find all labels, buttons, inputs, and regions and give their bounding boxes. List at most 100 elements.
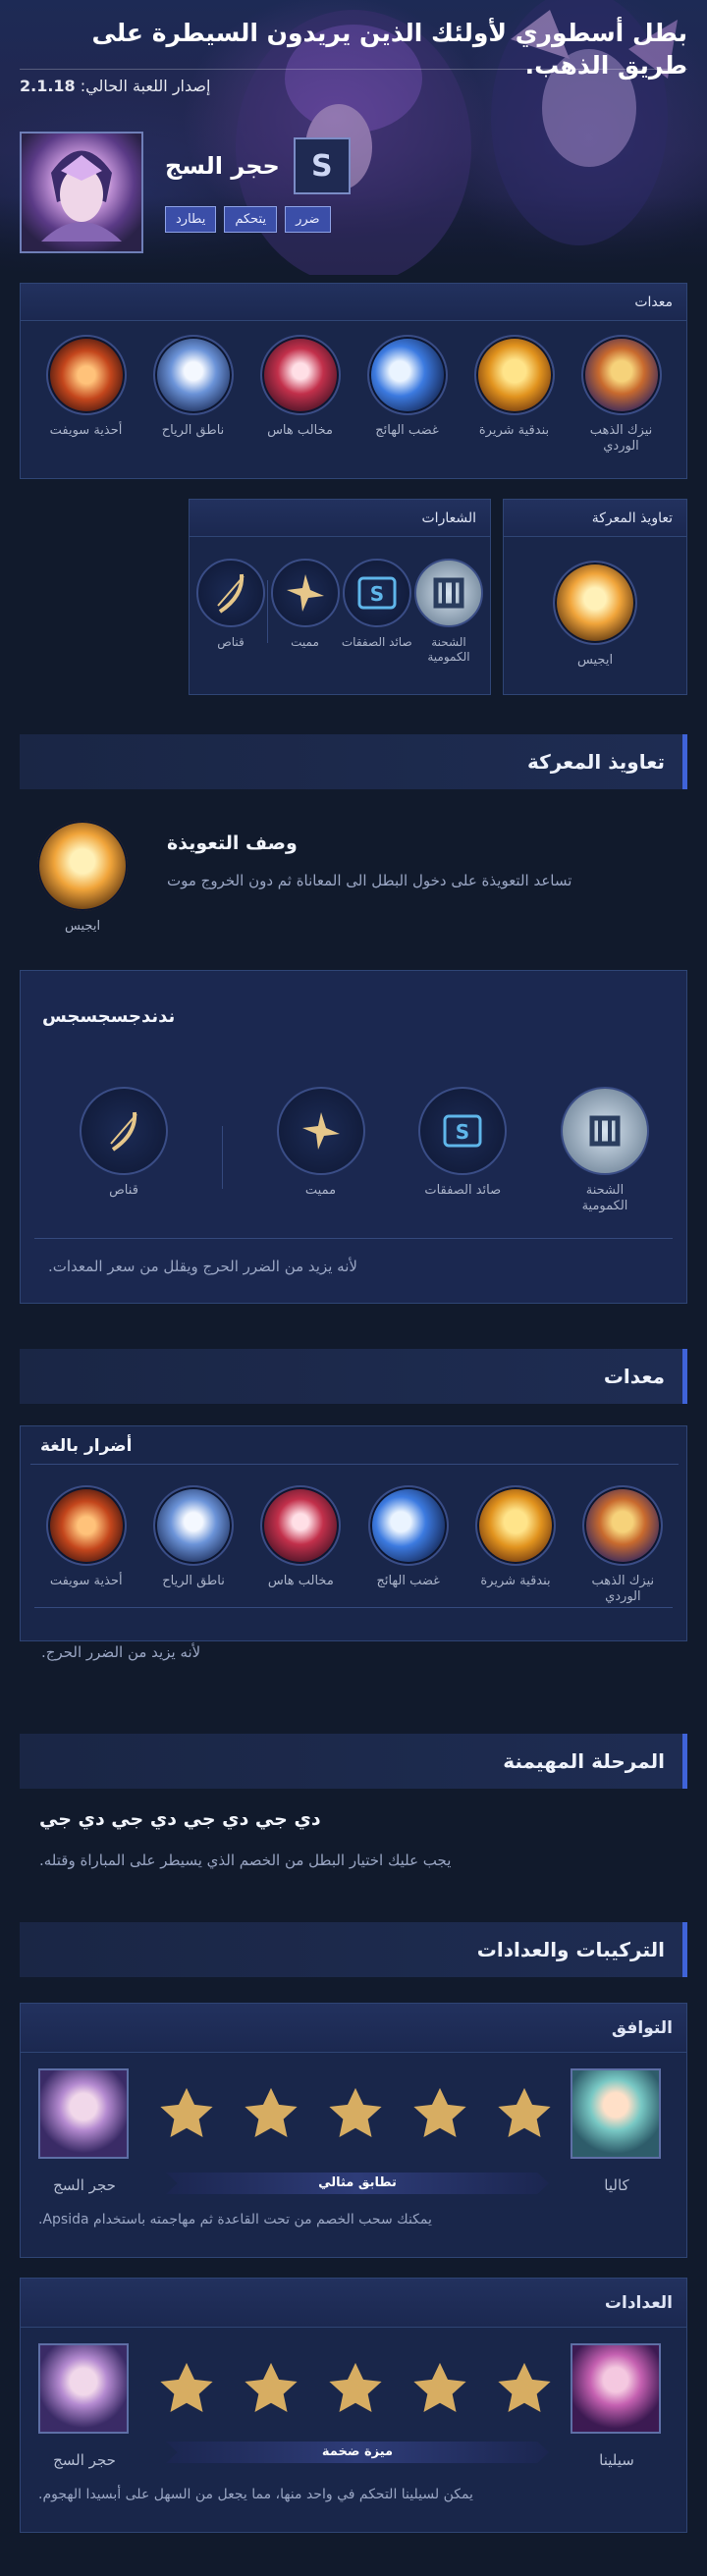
spell-description-title: وصف التعويذة [167, 832, 298, 854]
item-label: بندقية شريرة [478, 423, 550, 438]
item-sinister-gun[interactable]: بندقية شريرة [470, 335, 559, 456]
game-version: إصدار اللعبة الحالي: 2.1.18 [20, 77, 687, 95]
item-haas-claws[interactable]: مخالب هاس [256, 335, 345, 456]
hero-avatar-obsidia[interactable] [38, 2343, 129, 2434]
marksman-icon [196, 559, 265, 627]
counters-rating-label: ميزة ضخمة [321, 2444, 394, 2459]
star-icon [329, 2087, 382, 2137]
emblem-quantum-charge[interactable]: الشحنة الكمومية [561, 1087, 649, 1215]
counters-rating-bar: ميزة ضخمة [166, 2442, 549, 2463]
hero-name-row: S حجر السج [165, 137, 351, 194]
right-hero-name: كاليا [604, 2176, 629, 2194]
battle-spell-item[interactable]: ايجيس [504, 537, 686, 669]
counters-title: العدادات [21, 2279, 686, 2328]
item-pink-gold-meteor[interactable]: نيزك الذهب الوردي [577, 335, 666, 456]
hero-avatar-obsidia[interactable] [38, 2068, 129, 2159]
page: بطل أسطوري لأولئك الذين يريدون السيطرة ع… [0, 0, 707, 2576]
spell-label: ايجيس [576, 653, 614, 668]
battle-spell-panel-title: تعاويذ المعركة [504, 500, 686, 537]
critical-damage-panel: أضرار بالغة نيزك الذهب الوردي بندقية شري… [20, 1425, 687, 1641]
swift-boots-icon [45, 335, 127, 415]
item-label: مخالب هاس [267, 423, 333, 438]
divider [34, 1238, 673, 1239]
emblem-lethal[interactable]: مميت [276, 1087, 365, 1199]
counters-title-text: العدادات [604, 2293, 673, 2313]
divider [20, 69, 687, 70]
item-windtalker[interactable]: ناطق الرياح [149, 1485, 238, 1606]
tag-chase[interactable]: يطارد [165, 206, 217, 233]
pink-gold-meteor-icon [582, 1485, 664, 1566]
item-pink-gold-meteor[interactable]: نيزك الذهب الوردي [578, 1485, 667, 1606]
emblem-detail-list: الشحنة الكمومية S صائد الصفقات مميت قناص [80, 1087, 649, 1215]
item-label: نيزك الذهب الوردي [589, 423, 653, 455]
svg-text:S: S [370, 582, 384, 606]
version-value: 2.1.18 [20, 77, 76, 95]
item-swift-boots[interactable]: أحذية سويفت [42, 1485, 131, 1606]
emblems-panel: الشعارات الشحنة الكمومية S صائد الصفقات … [189, 499, 491, 695]
marksman-icon [80, 1087, 168, 1175]
tag-damage[interactable]: ضرر [285, 206, 331, 233]
berserker-rage-icon [367, 1485, 449, 1566]
battle-spells-heading: تعاويذ المعركة [20, 734, 687, 789]
emblem-lethal[interactable]: مميت [270, 559, 341, 665]
item-label: نيزك الذهب الوردي [591, 1574, 655, 1605]
emblem-label: مميت [291, 635, 319, 649]
windtalker-icon [152, 335, 234, 415]
equipment-panel-title: معدات [21, 284, 686, 321]
spell-name: ايجيس [64, 919, 101, 934]
item-berserker-rage[interactable]: غضب الهائج [363, 335, 452, 456]
tag-control[interactable]: يتحكم [224, 206, 278, 233]
star-icon [160, 2362, 213, 2412]
aegis-icon [553, 561, 637, 645]
hero-banner: بطل أسطوري لأولئك الذين يريدون السيطرة ع… [0, 0, 707, 275]
emblem-quantum-charge[interactable]: الشحنة الكمومية [413, 559, 484, 665]
sinister-gun-icon [475, 1485, 557, 1566]
item-label: ناطق الرياح [161, 423, 225, 438]
equipment-heading: معدات [20, 1349, 687, 1404]
left-hero-name: حجر السج [53, 2451, 116, 2469]
dominant-phase-title: دي جي دي جي دي جي دي جي [39, 1808, 321, 1830]
equipment-list: نيزك الذهب الوردي بندقية شريرة غضب الهائ… [21, 321, 686, 456]
synergy-rating-label: تطابق مثالي [318, 2175, 397, 2190]
left-hero-name: حجر السج [53, 2176, 116, 2194]
counters-note: يمكن لسيلينا التحكم في واحد منها، مما يج… [38, 2487, 473, 2502]
emblem-bargain-hunter[interactable]: S صائد الصفقات [342, 559, 412, 665]
emblems-panel-title: الشعارات [190, 500, 490, 537]
emblem-marksman[interactable]: قناص [80, 1087, 168, 1199]
bargain-hunter-icon: S [418, 1087, 508, 1175]
equipment-note: لأنه يزيد من الضرر الحرج. [41, 1643, 201, 1661]
divider [267, 580, 269, 643]
item-label: أحذية سويفت [49, 1574, 123, 1588]
hero-avatar-selena[interactable] [571, 2343, 661, 2434]
lethal-icon [270, 559, 340, 627]
item-label: غضب الهائج [375, 423, 439, 438]
aegis-spell-card[interactable]: ايجيس [35, 821, 130, 935]
synergy-note: يمكنك سحب الخصم من تحت القاعدة ثم مهاجمت… [38, 2212, 432, 2227]
emblem-label: صائد الصفقات [424, 1183, 502, 1198]
counters-panel: العدادات حجر السج سيلينا ميزة ضخمة يمكن … [20, 2278, 687, 2533]
hero-tags: يطارد يتحكم ضرر [165, 206, 351, 233]
emblem-label: قناص [217, 635, 245, 649]
item-swift-boots[interactable]: أحذية سويفت [42, 335, 131, 456]
synergy-rating-bar: تطابق مثالي [166, 2173, 549, 2194]
item-haas-claws[interactable]: مخالب هاس [256, 1485, 345, 1606]
dominant-phase-text: يجب عليك اختيار البطل من الخصم الذي يسيط… [39, 1852, 452, 1869]
star-icon [329, 2362, 382, 2412]
emblem-marksman[interactable]: قناص [195, 559, 266, 665]
item-sinister-gun[interactable]: بندقية شريرة [471, 1485, 560, 1606]
right-hero-name: سيلينا [599, 2451, 634, 2469]
emblem-list: الشحنة الكمومية S صائد الصفقات مميت قناص [190, 537, 490, 665]
star-icon [245, 2362, 298, 2412]
svg-text:S: S [456, 1120, 469, 1144]
lethal-icon [276, 1087, 365, 1175]
item-label: غضب الهائج [376, 1574, 440, 1588]
item-windtalker[interactable]: ناطق الرياح [149, 335, 238, 456]
divider [30, 1464, 679, 1465]
emblem-bargain-hunter[interactable]: S صائد الصفقات [418, 1087, 508, 1199]
item-berserker-rage[interactable]: غضب الهائج [364, 1485, 453, 1606]
hero-avatar-kalia[interactable] [571, 2068, 661, 2159]
hero-name: حجر السج [165, 152, 280, 180]
dominant-phase-heading: المرحلة المهيمنة [20, 1734, 687, 1789]
equipment-list: نيزك الذهب الوردي بندقية شريرة غضب الهائ… [21, 1472, 688, 1606]
star-icon [498, 2362, 551, 2412]
